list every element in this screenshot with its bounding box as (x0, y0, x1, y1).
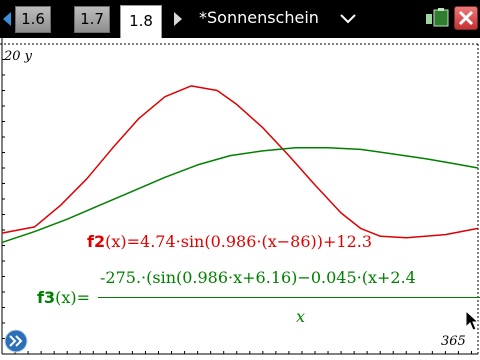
graph-canvas[interactable] (0, 38, 480, 360)
close-icon[interactable] (454, 6, 478, 30)
f3-fraction-bar (98, 297, 480, 298)
double-chevron-right-icon[interactable] (4, 329, 28, 353)
graph-area[interactable]: 20 y 365 f2(x)=4.74·sin(0.986·(x−86))+12… (0, 38, 480, 360)
f3-args: (x) (55, 288, 77, 307)
x-max-label: 365 (441, 334, 466, 349)
f3-label[interactable]: f3(x)= (37, 286, 90, 310)
y-max-label: 20 y (4, 49, 33, 64)
f3-curve[interactable] (1, 147, 479, 244)
tab-1-8[interactable]: 1.8 (120, 5, 162, 38)
f2-name: f2 (87, 232, 106, 251)
chevron-down-icon[interactable] (340, 14, 356, 24)
triangle-right-icon[interactable] (174, 12, 182, 26)
calculator-screen: 1.6 1.7 1.8 *Sonnenschein 20 y 365 f2(x)… (0, 0, 480, 360)
f2-expression: =4.74·sin(0.986·(x−86))+12.3 (126, 232, 373, 251)
f3-denominator: x (296, 307, 306, 326)
toolbar: 1.6 1.7 1.8 *Sonnenschein (0, 0, 480, 38)
function-curves (1, 85, 479, 244)
tab-1-7[interactable]: 1.7 (74, 6, 110, 33)
document-title[interactable]: *Sonnenschein (199, 8, 319, 28)
f3-name: f3 (37, 288, 56, 307)
f3-equals: = (76, 288, 91, 307)
close-x-icon (458, 10, 474, 26)
tab-1-6[interactable]: 1.6 (15, 6, 51, 33)
f2-curve[interactable] (1, 85, 479, 239)
f2-args: (x) (105, 232, 127, 251)
battery-icon (426, 8, 449, 27)
f2-label[interactable]: f2(x)=4.74·sin(0.986·(x−86))+12.3 (87, 230, 372, 254)
mouse-pointer-icon (465, 310, 479, 331)
triangle-left-icon[interactable] (3, 12, 11, 26)
f3-numerator: -275.·(sin(0.986·x+6.16)−0.045·(x+2.4 (100, 268, 416, 287)
